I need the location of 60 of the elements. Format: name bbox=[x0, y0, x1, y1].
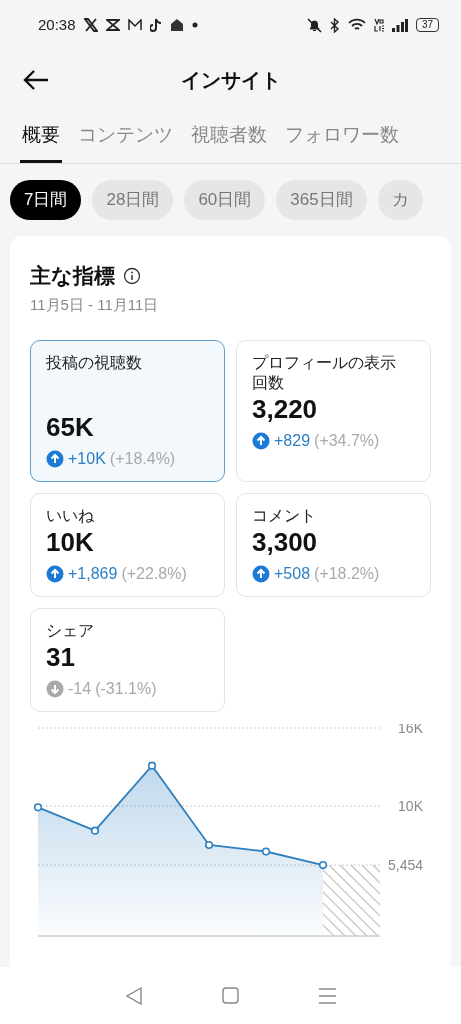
data-point bbox=[204, 840, 214, 849]
back-nav-icon[interactable] bbox=[125, 986, 142, 1005]
dot-icon bbox=[191, 22, 198, 28]
x-logo-icon bbox=[83, 18, 98, 32]
menu-nav-icon[interactable] bbox=[318, 987, 336, 1004]
data-point bbox=[90, 826, 100, 835]
metric-card[interactable]: いいね 10K +1,869 (+22.8%) bbox=[30, 492, 225, 597]
back-button[interactable] bbox=[22, 67, 50, 92]
data-point bbox=[261, 847, 271, 856]
data-point bbox=[318, 860, 328, 869]
metric-value: 3,220 bbox=[252, 395, 319, 425]
metric-card[interactable]: 投稿の視聴数 65K +10K (+18.4%) bbox=[30, 340, 225, 482]
period-chip[interactable]: 60日間 bbox=[184, 180, 266, 220]
data-point bbox=[33, 802, 43, 812]
battery-indicator: 37 bbox=[415, 18, 439, 32]
music-note-icon bbox=[149, 18, 162, 32]
section-title: 主な指標 bbox=[30, 263, 115, 290]
change-percent: (+18.2%) bbox=[314, 563, 380, 584]
date-range: 11月5日 - 11月11日 bbox=[30, 294, 160, 315]
change-value: +508 bbox=[274, 563, 311, 584]
metric-value: 3,300 bbox=[252, 527, 319, 558]
wifi-icon bbox=[347, 18, 366, 32]
metric-value: 10K bbox=[46, 527, 95, 558]
y-axis-label: 16K bbox=[398, 723, 423, 736]
y-axis-label: 5,454 bbox=[387, 856, 423, 873]
period-chip[interactable]: カ bbox=[377, 180, 423, 220]
mail-icon bbox=[127, 19, 142, 31]
metric-label: プロフィールの表示回数 bbox=[252, 353, 397, 393]
hatch-pattern-drawing bbox=[323, 864, 380, 936]
signal-icon bbox=[391, 18, 408, 32]
metric-label: コメント bbox=[252, 505, 317, 526]
period-chip[interactable]: 28日間 bbox=[92, 180, 174, 220]
change-value: +829 bbox=[274, 430, 311, 451]
metric-label: シェア bbox=[46, 620, 95, 641]
period-chip[interactable]: 365日間 bbox=[276, 180, 367, 220]
metric-label: 投稿の視聴数 bbox=[46, 353, 143, 373]
volte-icon bbox=[373, 18, 384, 32]
metric-value: 65K bbox=[46, 413, 95, 443]
info-icon[interactable] bbox=[123, 266, 141, 285]
data-point bbox=[147, 761, 157, 770]
metric-card[interactable]: シェア 31 -14 (-31.1%) bbox=[30, 607, 225, 712]
clock-time: 20:38 bbox=[38, 14, 76, 35]
change-percent: (+22.8%) bbox=[121, 563, 187, 584]
metric-label: いいね bbox=[46, 505, 95, 526]
metric-card[interactable]: コメント 3,300 +508 (+18.2%) bbox=[236, 492, 431, 597]
change-value: +1,869 bbox=[68, 563, 118, 584]
y-axis-label: 10K bbox=[398, 797, 423, 814]
change-value: +10K bbox=[68, 448, 106, 469]
change-value: -14 bbox=[68, 678, 92, 699]
home-nav-icon[interactable] bbox=[221, 987, 239, 1004]
period-chip[interactable]: 7日間 bbox=[10, 180, 82, 220]
change-percent: (+18.4%) bbox=[109, 448, 176, 469]
muted-bell-icon bbox=[306, 17, 322, 33]
metric-value: 31 bbox=[46, 642, 76, 673]
metric-card[interactable]: プロフィールの表示回数 3,220 +829 (+34.7%) bbox=[236, 340, 431, 482]
page-title: インサイト bbox=[180, 68, 281, 93]
change-percent: (+34.7%) bbox=[314, 430, 380, 451]
tab[interactable]: 概要 bbox=[20, 110, 62, 163]
bluetooth-icon bbox=[329, 17, 340, 33]
change-percent: (-31.1%) bbox=[95, 678, 157, 699]
